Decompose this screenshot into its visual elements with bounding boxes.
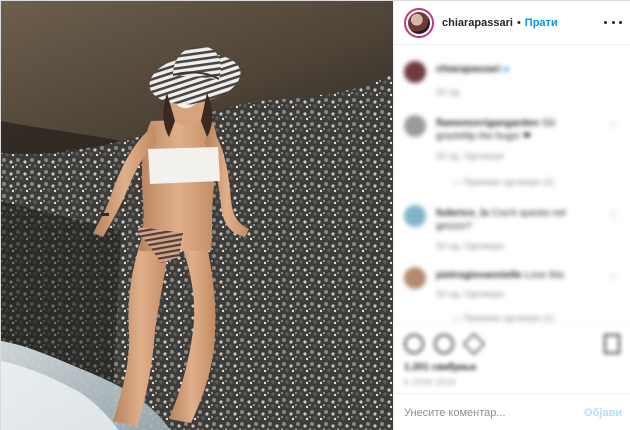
comment-avatar[interactable] — [404, 205, 426, 227]
comment-username[interactable]: federico_ls — [436, 208, 489, 219]
comment-meta[interactable]: 32 нд. Одговори — [436, 151, 504, 161]
comment-item: federico_ls Cos'è questo nel grezzo? ♡ 3… — [404, 205, 624, 261]
share-icon[interactable] — [462, 332, 486, 356]
comment-like-icon[interactable]: ♡ — [609, 121, 618, 132]
view-replies-link[interactable]: — Прикажи одговоре (2) — [452, 177, 554, 187]
heart-icon[interactable] — [404, 334, 424, 354]
comment-avatar[interactable] — [404, 115, 426, 137]
caption-username[interactable]: chiarapassari — [436, 64, 501, 75]
comment-like-icon[interactable]: ♡ — [609, 211, 618, 222]
follow-button[interactable]: Прати — [525, 17, 558, 29]
comment-item: pietrogiovannielle Love this ♡ 32 нд. Од… — [404, 267, 624, 323]
comment-like-icon[interactable]: ♡ — [609, 273, 618, 284]
avatar-image — [408, 11, 430, 34]
post-dialog: chiarapassari • Прати chiarapassari ● 32… — [0, 0, 630, 430]
separator-dot: • — [516, 16, 521, 29]
comment-meta[interactable]: 32 нд. Одговори — [436, 289, 504, 299]
comment-username[interactable]: flamemorrigangarden — [436, 118, 539, 129]
comment-username[interactable]: pietrogiovannielle — [436, 270, 522, 281]
comment-meta[interactable]: 32 нд. Одговори — [436, 241, 504, 251]
likes-count[interactable]: 1.201 свиђања — [404, 362, 476, 373]
comment-text: pietrogiovannielle Love this — [436, 269, 596, 282]
comment-text: federico_ls Cos'è questo nel grezzo? — [436, 207, 596, 233]
beach-photo-illustration — [1, 1, 393, 430]
post-header: chiarapassari • Прати — [394, 1, 630, 45]
caption-meta: 32 нд. — [436, 87, 462, 97]
comment-input[interactable] — [404, 406, 574, 419]
view-replies-link[interactable]: — Прикажи одговоре (1) — [452, 313, 554, 323]
post-actions: 1.201 свиђања 6 ЈУЛА 2019 — [394, 323, 630, 393]
comment-avatar[interactable] — [404, 267, 426, 289]
caption-text: chiarapassari ● — [436, 64, 510, 75]
caption-row: chiarapassari ● 32 нд. — [404, 61, 624, 101]
comment-composer: Објави — [394, 393, 630, 430]
comment-text: flamemorrigangarden Siii grazieltip the … — [436, 117, 596, 143]
more-options-icon[interactable] — [604, 15, 622, 29]
bookmark-icon[interactable] — [604, 334, 620, 354]
author-username[interactable]: chiarapassari — [442, 17, 513, 29]
post-date: 6 ЈУЛА 2019 — [404, 378, 456, 387]
comments-list[interactable]: chiarapassari ● 32 нд. flamemorrigangard… — [394, 45, 630, 323]
post-comment-button[interactable]: Објави — [584, 407, 622, 419]
comment-icon[interactable] — [434, 334, 454, 354]
comment-body: Love this — [524, 270, 565, 281]
comment-item: flamemorrigangarden Siii grazieltip the … — [404, 115, 624, 195]
post-side-panel: chiarapassari • Прати chiarapassari ● 32… — [393, 1, 630, 430]
post-photo[interactable] — [1, 1, 393, 430]
author-avatar[interactable] — [404, 7, 434, 38]
caption-avatar[interactable] — [404, 61, 426, 83]
